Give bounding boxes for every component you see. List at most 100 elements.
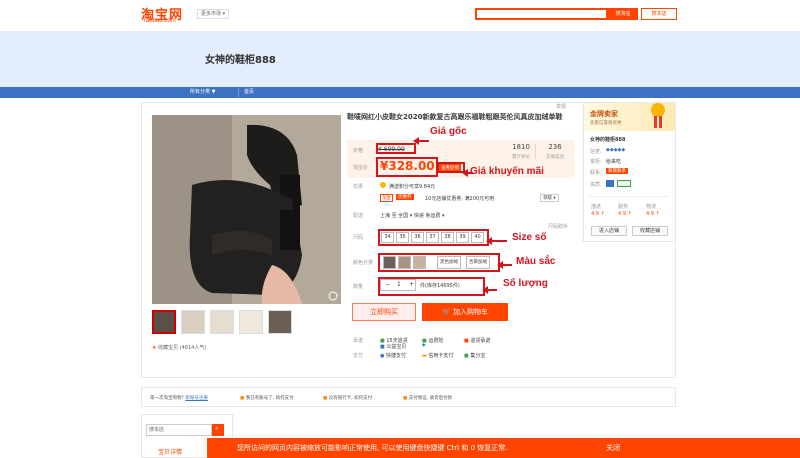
contact-label: 联系: <box>590 170 602 176</box>
search-icon: ⌕ <box>215 425 219 432</box>
help-pay-account[interactable]: ■ 我已有账号了, 如何支付 <box>240 395 294 401</box>
promise-3-label: 退货承诺 <box>470 338 491 344</box>
payment-label: 支付 <box>353 353 364 359</box>
alipay-icon: ● <box>380 353 385 359</box>
sales-count: 236 <box>548 143 562 151</box>
number-icon: ■ <box>323 396 328 401</box>
help-no-card-label: 没有银行卡, 如何支付 <box>328 396 373 401</box>
shipping-label: 配送 <box>353 213 364 219</box>
help-pay-account-label: 我已有账号了, 如何支付 <box>245 396 294 401</box>
add-to-cart-button[interactable]: 🛒 加入购物车 <box>422 303 508 321</box>
favorite-item[interactable]: ★ 收藏宝贝 (4614人气) <box>152 344 206 351</box>
thumbnail-1[interactable] <box>152 310 176 334</box>
promo-tag-highlight <box>437 162 465 173</box>
nav-all-categories[interactable]: 所有分类 ▼ <box>190 88 215 97</box>
contact-button[interactable]: 和我联系 <box>606 168 628 174</box>
coupon-detail: 10元店铺优惠券, 满200元可用 <box>425 196 495 202</box>
cart-icon: 🛒 <box>442 308 453 316</box>
taobao-logo-subtitle: Taobao.com <box>143 18 176 24</box>
thumbnail-5[interactable] <box>268 310 292 334</box>
shop-name[interactable]: 女神的鞋柜888 <box>205 51 276 66</box>
logistics-score: 4.9 ↑ <box>646 211 660 217</box>
market-dropdown[interactable]: 更多市场 ▾ <box>197 9 230 19</box>
favorite-label: 收藏宝贝 (4614人气) <box>158 345 207 351</box>
shop-banner <box>0 31 800 87</box>
shipping-text[interactable]: 上海 至 全国 ▾ 快递 免运费 ▾ <box>380 212 445 219</box>
coupon-tag[interactable]: 优惠券 <box>396 194 414 200</box>
divider <box>589 196 669 197</box>
shopkeeper-label: 掌柜: <box>590 159 602 165</box>
promise-label: 承诺 <box>353 338 364 344</box>
sales-count-label: 交易成功 <box>546 155 564 160</box>
promise-3: ■ 退货承诺 <box>464 337 490 344</box>
thumbnail-2[interactable] <box>181 310 205 334</box>
close-notice-button[interactable]: 关闭 <box>606 438 620 458</box>
enter-shop-button[interactable]: 进入店铺 <box>591 226 627 236</box>
register-link[interactable]: 新账号注册 <box>185 396 208 401</box>
promo-price-highlight <box>376 157 438 177</box>
desc-score: 4.9 ↑ <box>591 211 605 217</box>
annotation-color: Màu sắc <box>516 256 556 267</box>
verified-icon <box>617 180 631 187</box>
search-shop-button[interactable]: 搜本店 <box>641 8 677 20</box>
annotation-promo-price: Giá khuyến mãi <box>470 166 544 177</box>
shopkeeper-name[interactable]: 给来吃 <box>606 158 621 165</box>
favorite-shop-button[interactable]: 收藏店铺 <box>632 226 668 236</box>
stat-divider <box>535 143 536 161</box>
coupon-text: 满送积分可享9.84元 <box>389 184 436 190</box>
diamond-icon: ◆◆◆◆◆ <box>606 147 626 153</box>
size-highlight <box>378 229 489 246</box>
help-first-time: 第一次淘宝购物? 新账号注册 <box>150 395 208 401</box>
promo-price-label: 淘宝价 <box>353 165 369 171</box>
charity-icon: ■ <box>380 344 385 350</box>
credit-label: 信誉: <box>590 149 602 155</box>
size-guide-link[interactable]: 尺码助手 <box>548 223 568 230</box>
medal-ribbon-icon <box>654 116 657 128</box>
pay-method-2: ▬ 信用卡支付 <box>422 352 453 359</box>
number-icon: ■ <box>240 396 245 401</box>
thumbnail-3[interactable] <box>210 310 234 334</box>
help-first-time-label: 第一次淘宝购物? <box>150 396 184 401</box>
promise-icon: ■ <box>464 338 469 344</box>
annotation-original-price: Giá gốc <box>430 126 467 137</box>
seller-name[interactable]: 女神的鞋柜888 <box>590 136 625 143</box>
report-link[interactable]: 举报 <box>556 103 566 110</box>
size-label: 尺码 <box>353 235 364 241</box>
pay-method-3: ■ 集分宝 <box>464 352 485 359</box>
shop-nav <box>0 87 800 98</box>
color-highlight <box>378 253 500 272</box>
shoe-image <box>152 115 341 304</box>
nav-home[interactable]: 首页 <box>238 88 259 97</box>
shop-search-button[interactable]: ⌕ <box>212 424 224 436</box>
qualification-label: 资质: <box>590 182 602 188</box>
tab-item-details[interactable]: 宝贝详情 <box>158 447 182 456</box>
medal-ribbon-icon <box>659 116 662 128</box>
coin-icon <box>380 182 386 188</box>
arrow-icon <box>497 261 512 269</box>
thumbnail-4[interactable] <box>239 310 263 334</box>
coupon-tag-gold: 淘金 <box>380 194 393 202</box>
search-input[interactable] <box>475 8 608 20</box>
quantity-label: 数量 <box>353 284 364 290</box>
pay-method-3-label: 集分宝 <box>470 353 486 359</box>
zoom-notice-text: 您所访问的网页内容被缩放可能影响正常使用, 可以使用键盘快捷键 Ctrl 和 0… <box>237 444 508 452</box>
medal-icon <box>651 103 665 117</box>
coupon-label: 优惠 <box>353 184 364 190</box>
coupon-more-button[interactable]: 领取 ▾ <box>540 194 559 202</box>
logistics-score-label: 物流 <box>646 204 657 210</box>
buy-now-button[interactable]: 立即购买 <box>352 303 416 321</box>
credit-card-icon: ▬ <box>422 353 427 359</box>
color-label: 颜色分类 <box>353 260 374 266</box>
price-label: 价格 <box>353 148 364 154</box>
quantity-highlight <box>378 277 485 296</box>
search-taobao-button[interactable]: 搜淘宝 <box>608 8 638 20</box>
help-guarantee[interactable]: ■ 支付保证, 收货后付款 <box>403 395 452 401</box>
certificate-icon <box>606 180 614 187</box>
review-count-label: 累计评论 <box>512 155 530 160</box>
promise-2-label: 运费险 <box>428 338 444 344</box>
help-no-card[interactable]: ■ 没有银行卡, 如何支付 <box>323 395 372 401</box>
shop-search-input[interactable]: 搜本店 <box>146 424 212 436</box>
desc-score-label: 描述 <box>591 204 602 210</box>
shield-icon: ◆ <box>422 343 426 348</box>
product-photo[interactable] <box>152 115 341 304</box>
